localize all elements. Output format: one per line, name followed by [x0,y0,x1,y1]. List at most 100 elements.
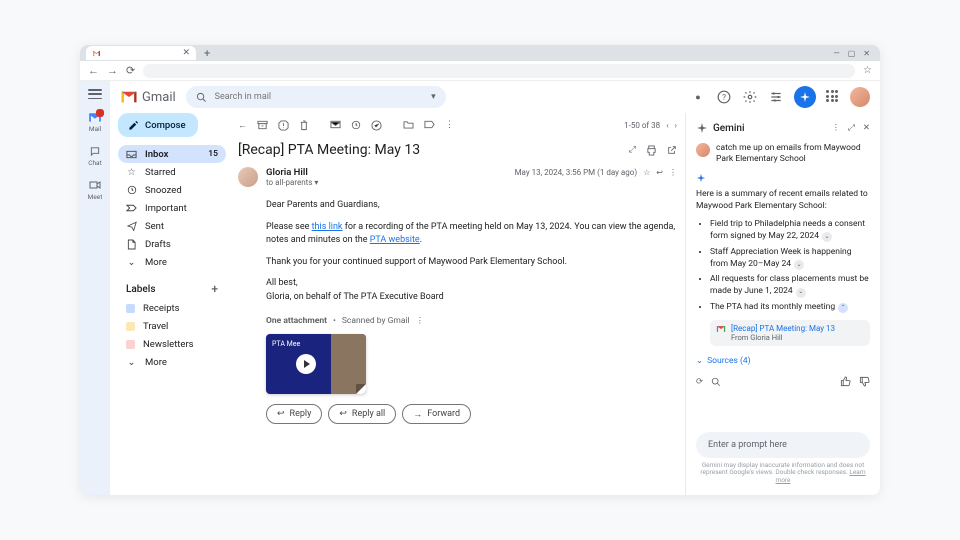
gemini-more-icon[interactable]: ⋮ [832,123,841,133]
search-options-icon[interactable]: ▾ [431,92,436,102]
reload-icon[interactable]: ⟳ [126,64,135,77]
list-item: All requests for class placements must b… [710,272,870,300]
account-avatar[interactable] [850,87,870,107]
move-icon[interactable] [403,120,414,130]
back-arrow-icon[interactable]: ← [238,120,247,131]
more-icon[interactable]: ⋮ [669,168,677,177]
tab-close-icon[interactable]: ✕ [182,48,190,58]
nav-starred[interactable]: ☆Starred [118,163,226,181]
label-color [126,340,135,349]
expand-recipients-icon[interactable]: ▾ [314,178,318,187]
star-message-icon[interactable]: ☆ [643,168,650,177]
collapse-chevron-icon[interactable]: ⌃ [838,303,848,313]
rail-chat[interactable]: Chat [88,145,102,167]
label-more[interactable]: ⌄More [118,353,226,371]
nav-sent[interactable]: Sent [118,217,226,235]
search-box[interactable]: ▾ [186,86,446,108]
prev-page-icon[interactable]: ‹ [666,121,668,130]
label-travel[interactable]: Travel [118,317,226,335]
attachment-more-icon[interactable]: ⋮ [416,316,425,326]
bookmark-icon[interactable]: ☆ [863,65,872,76]
delete-icon[interactable] [299,120,309,131]
back-icon[interactable]: ← [88,64,99,77]
rail-mail[interactable]: Mail [88,111,102,133]
new-tab-button[interactable]: + [200,47,214,60]
gemini-button[interactable] [794,86,816,108]
ref-title: [Recap] PTA Meeting: May 13 [731,324,835,333]
spam-icon[interactable] [278,120,289,131]
tune-icon[interactable] [768,89,784,105]
browser-window: ✕ + — ▢ ✕ ← → ⟳ ☆ Mail Chat Meet [80,45,880,495]
add-task-icon[interactable] [371,120,382,131]
help-icon[interactable]: ? [716,89,732,105]
add-label-icon[interactable]: + [211,282,218,296]
url-input[interactable] [143,64,855,78]
hamburger-menu-icon[interactable] [88,89,102,99]
gmail-logo[interactable]: Gmail [120,90,176,105]
nav-more[interactable]: ⌄More [118,253,226,271]
expand-chevron-icon[interactable]: ⌄ [822,232,832,242]
gemini-close-icon[interactable]: ✕ [863,123,870,133]
reply-icon[interactable]: ↩ [656,168,663,177]
recording-link[interactable]: this link [312,222,343,232]
gemini-spark-icon [696,122,708,134]
search-icon [196,92,207,103]
search-sources-icon[interactable] [711,377,721,387]
nav-inbox[interactable]: Inbox15 [118,145,226,163]
list-item: Field trip to Philadelphia needs a conse… [710,217,870,245]
expand-chevron-icon[interactable]: ⌄ [796,288,806,298]
sender-name: Gloria Hill [266,167,308,178]
refresh-icon[interactable]: ⟳ [696,377,703,387]
forward-button[interactable]: →Forward [402,404,471,424]
compose-button[interactable]: Compose [118,113,198,137]
search-input[interactable] [215,92,423,102]
nav-snoozed[interactable]: Snoozed [118,181,226,199]
recipients[interactable]: to all-parents [266,178,312,187]
window-minimize[interactable]: — [833,49,839,58]
next-page-icon[interactable]: › [675,121,677,130]
more-icon[interactable]: ⋮ [445,120,454,130]
sent-icon [126,221,137,231]
thumbs-up-icon[interactable] [840,376,851,387]
gemini-prompt-input[interactable]: Enter a prompt here [696,432,870,458]
source-email-card[interactable]: [Recap] PTA Meeting: May 13 From Gloria … [710,320,870,346]
pta-website-link[interactable]: PTA website [370,235,420,245]
nav-important[interactable]: Important [118,199,226,217]
label-newsletters[interactable]: Newsletters [118,335,226,353]
play-icon [296,354,316,374]
reply-all-button[interactable]: ↩Reply all [328,404,396,424]
mark-unread-icon[interactable] [330,120,341,131]
email-subject: [Recap] PTA Meeting: May 13 [238,142,420,158]
print-icon[interactable] [646,145,657,156]
apps-icon[interactable] [826,90,840,104]
reply-button[interactable]: ↩Reply [266,404,322,424]
sidebar: Compose Inbox15 ☆Starred Snoozed Importa… [110,113,230,495]
labels-icon[interactable] [424,120,435,130]
forward-icon[interactable]: → [107,64,118,77]
sources-toggle[interactable]: ⌄Sources (4) [696,350,870,372]
email-date: May 13, 2024, 3:56 PM (1 day ago) [515,168,638,177]
user-prompt: catch me up on emails from Maywood Park … [716,143,870,165]
thumbs-down-icon[interactable] [859,376,870,387]
snooze-icon[interactable] [351,120,361,131]
gemini-title: Gemini [713,123,745,134]
settings-icon[interactable] [742,89,758,105]
expand-chevron-icon[interactable]: ⌄ [794,260,804,270]
star-icon: ☆ [126,167,137,178]
gmail-icon [716,324,726,334]
browser-tab[interactable]: ✕ [86,46,196,60]
labels-header: Labels+ [118,279,226,299]
label-receipts[interactable]: Receipts [118,299,226,317]
window-maximize[interactable]: ▢ [848,49,856,58]
list-item: The PTA had its monthly meeting⌃ [710,300,870,316]
popout-icon[interactable] [667,145,677,156]
rail-meet[interactable]: Meet [88,179,103,201]
window-close[interactable]: ✕ [863,49,870,58]
status-indicator[interactable]: ● [690,89,706,105]
gemini-popout-icon[interactable]: ⤢ [848,123,855,133]
attachment-thumbnail[interactable]: PTA Mee [266,334,366,394]
archive-icon[interactable] [257,120,268,131]
expand-icon[interactable]: ⤢ [629,145,636,156]
svg-text:?: ? [722,92,726,102]
nav-drafts[interactable]: Drafts [118,235,226,253]
